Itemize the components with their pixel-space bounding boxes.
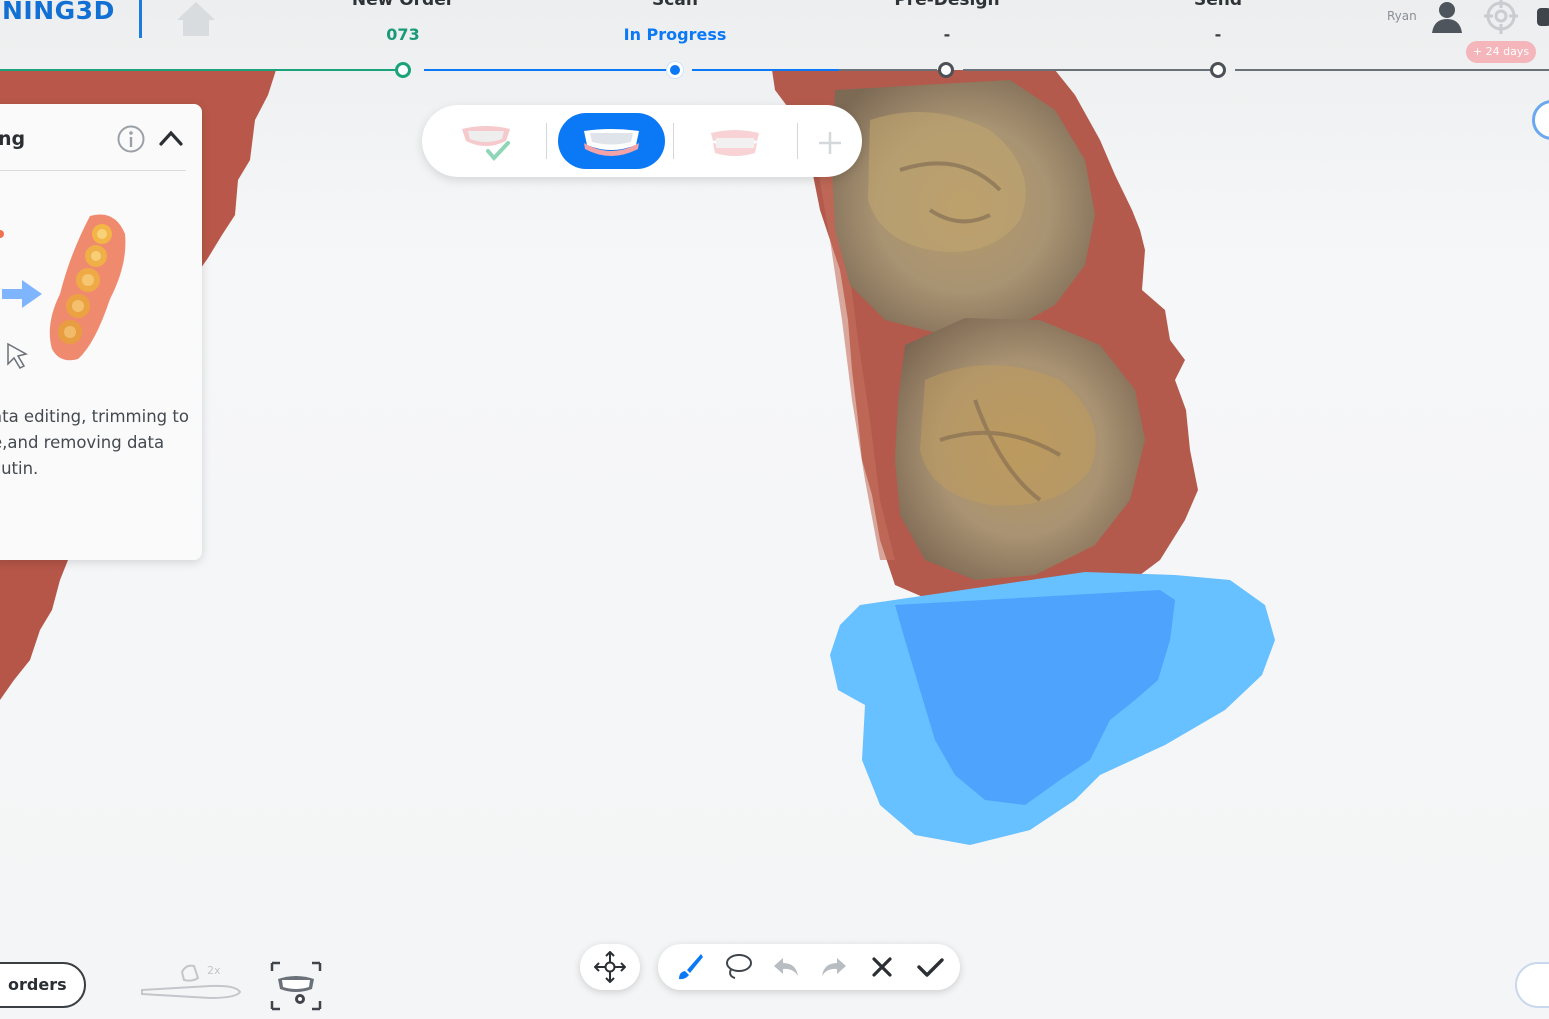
jaw-snapshot-icon [270, 961, 322, 1011]
undo-button[interactable] [762, 944, 810, 990]
step-pre-design-sub: - [943, 25, 951, 44]
progress-line-send [963, 69, 1211, 71]
bite-icon [711, 130, 759, 156]
jaw-separator [673, 123, 674, 159]
redo-button[interactable] [810, 944, 858, 990]
step-scan-node [667, 62, 683, 78]
user-icon[interactable] [1430, 0, 1464, 38]
step-send-sub: - [1214, 25, 1222, 44]
scanner-speed-label: 2x [207, 964, 221, 977]
progress-line-scan [424, 69, 669, 71]
edit-tool-group [658, 944, 960, 990]
brand-divider [139, 0, 142, 38]
collapse-chevron-up-icon[interactable] [158, 128, 184, 152]
step-new-order-node [395, 62, 411, 78]
orders-button[interactable]: orders [0, 962, 86, 1008]
brush-select-button[interactable] [666, 944, 714, 990]
home-icon[interactable] [175, 0, 217, 42]
settings-icon[interactable] [1537, 4, 1549, 34]
step-scan-name: Scan [652, 0, 698, 10]
guide-divider [0, 170, 186, 171]
rotate-view-button[interactable] [586, 944, 634, 990]
brush-select-icon [679, 954, 703, 980]
confirm-button[interactable] [906, 944, 954, 990]
step-send-name: Send [1193, 0, 1243, 10]
jaw-separator [797, 123, 798, 159]
step-pre-design-node [938, 62, 954, 78]
user-name: Ryan [1387, 9, 1417, 23]
cancel-button[interactable] [858, 944, 906, 990]
scanner-wand-icon [141, 964, 242, 1000]
jaw-separator [546, 123, 547, 159]
lower-jaw-icon [584, 129, 639, 156]
progress-line-tail [1235, 69, 1549, 71]
lower-jaw-button[interactable] [558, 113, 665, 169]
guide-illustration [0, 204, 190, 374]
confirm-icon [917, 958, 944, 977]
progress-line-done [0, 69, 395, 71]
jaw-snapshot-button[interactable] [270, 961, 322, 1011]
brand-logo: NING3D [2, 0, 115, 25]
upper-jaw-done-button[interactable] [458, 121, 514, 165]
step-send-node [1210, 62, 1226, 78]
gum-fragment-bottom-left [0, 560, 68, 700]
step-pre-design-name: Pre-Design [894, 0, 1000, 10]
rotate-view-icon [594, 951, 626, 983]
lasso-select-icon [726, 954, 752, 979]
cancel-icon [872, 957, 892, 977]
progress-line-predesign [692, 69, 937, 71]
crosshair-icon[interactable] [1481, 0, 1521, 40]
step-new-order-name: New Order [351, 0, 455, 10]
view-tool-group [580, 944, 640, 990]
lasso-select-button[interactable] [714, 944, 762, 990]
scanner-status: 2x [140, 960, 244, 1004]
workflow-header: NING3D New Order 073 Scan In Progress Pr… [0, 0, 1549, 78]
undo-icon [774, 958, 798, 976]
info-icon[interactable] [116, 124, 146, 158]
upper-jaw-done-icon [462, 126, 510, 161]
step-new-order-sub: 073 [386, 25, 420, 44]
add-icon [819, 132, 841, 154]
guide-description: ata editing, trimming to e,and removing … [0, 407, 189, 478]
guide-title: ng [0, 128, 26, 150]
redo-icon [822, 958, 846, 976]
jaw-selector [422, 105, 862, 177]
add-scan-button[interactable] [816, 129, 844, 157]
step-scan-sub: In Progress [623, 25, 727, 44]
guide-panel: ng ta editing, trimming to ,and removing… [0, 104, 202, 560]
bite-button[interactable] [707, 121, 763, 165]
license-days-badge: + 24 days [1466, 41, 1536, 63]
